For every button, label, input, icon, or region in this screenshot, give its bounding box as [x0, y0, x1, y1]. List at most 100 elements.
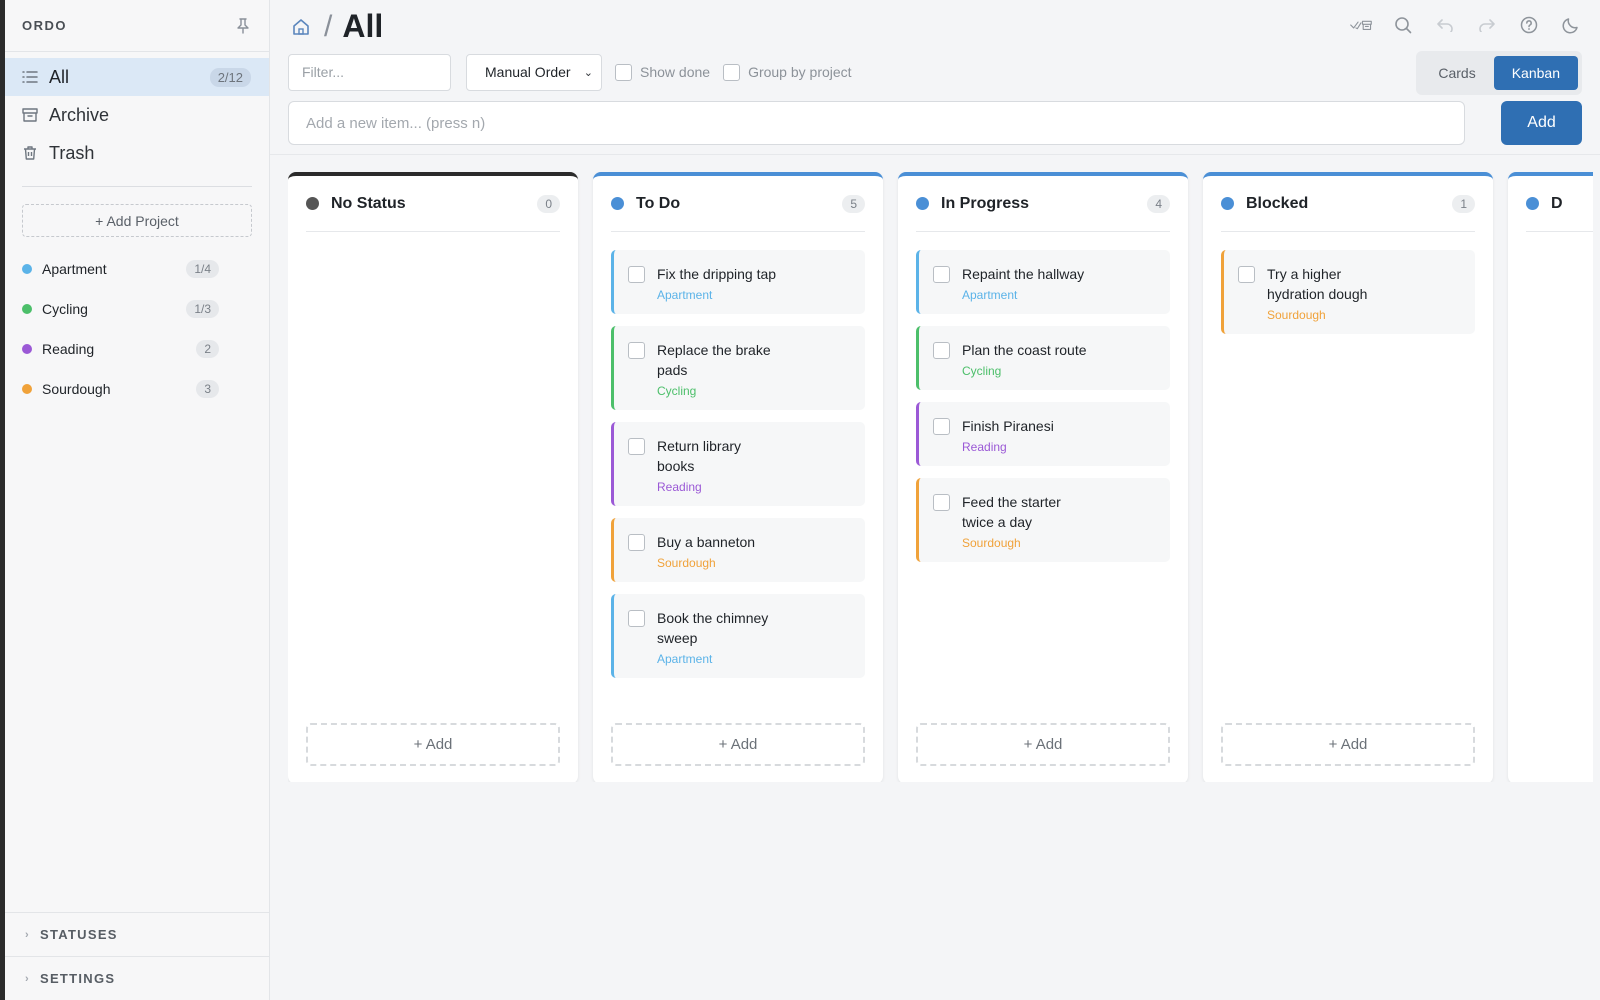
app-window: ORDO All 2/12 Archive Trash + Add Projec… — [0, 0, 1600, 1000]
checkbox-box[interactable] — [615, 63, 632, 81]
search-icon[interactable] — [1392, 14, 1414, 36]
view-toggle: Cards Kanban — [1416, 51, 1582, 95]
sidebar-project-apartment[interactable]: Apartment 1/4 — [5, 249, 269, 289]
list-icon — [22, 68, 40, 86]
task-checkbox[interactable] — [933, 418, 950, 435]
task-card[interactable]: Return library books Reading — [611, 422, 865, 506]
task-title: Fix the dripping tap — [657, 266, 777, 282]
task-project-label: Sourdough — [657, 556, 716, 570]
task-checkbox[interactable] — [628, 610, 645, 627]
project-label: Sourdough — [42, 381, 111, 397]
kanban-column: In Progress 4 Repaint the hallway Apartment… — [898, 172, 1188, 782]
brand-logo: ORDO — [22, 18, 67, 33]
task-card[interactable]: Fix the dripping tap Apartment — [611, 250, 865, 314]
sidebar-project-cycling[interactable]: Cycling 1/3 — [5, 289, 269, 329]
column-count-badge: 0 — [537, 194, 560, 213]
card-body: Try a higher hydration dough Sourdough — [1267, 264, 1392, 322]
task-card[interactable]: Repaint the hallway Apartment — [916, 250, 1170, 314]
chevron-right-icon: › — [25, 972, 30, 985]
group-by-project-checkbox[interactable]: Group by project — [723, 63, 852, 81]
column-header: To Do 5 — [611, 176, 865, 232]
project-label: Cycling — [42, 301, 88, 317]
bulk-archive-icon[interactable] — [1350, 14, 1372, 36]
sidebar-header: ORDO — [5, 0, 269, 52]
task-title: Plan the coast route — [962, 342, 1087, 358]
add-project-button[interactable]: + Add Project — [22, 204, 252, 237]
task-title: Repaint the hallway — [962, 266, 1085, 282]
kanban-board: No Status 0 + Add To Do 5 Fix the dripping ta… — [288, 172, 1593, 782]
add-item-button[interactable]: Add — [1501, 101, 1582, 145]
redo-icon[interactable] — [1476, 14, 1498, 36]
toolbar — [1350, 14, 1582, 36]
task-card[interactable]: Plan the coast route Cycling — [916, 326, 1170, 390]
view-cards-button[interactable]: Cards — [1420, 56, 1493, 90]
undo-icon[interactable] — [1434, 14, 1456, 36]
task-checkbox[interactable] — [628, 438, 645, 455]
sidebar-project-reading[interactable]: Reading 2 — [5, 329, 269, 369]
column-add-button[interactable]: + Add — [611, 723, 865, 766]
breadcrumb: / All — [292, 8, 383, 45]
task-checkbox[interactable] — [628, 342, 645, 359]
task-project-label: Cycling — [962, 364, 1002, 378]
task-card[interactable]: Finish Piranesi Reading — [916, 402, 1170, 466]
card-body: Plan the coast route Cycling — [962, 340, 1087, 378]
settings-section-toggle[interactable]: › SETTINGS — [5, 956, 269, 1000]
sidebar-item-trash[interactable]: Trash — [5, 134, 269, 172]
task-card[interactable]: Book the chimney sweep Apartment — [611, 594, 865, 678]
checkbox-box[interactable] — [723, 63, 741, 81]
home-icon[interactable] — [292, 17, 312, 37]
card-body: Feed the starter twice a day Sourdough — [962, 492, 1087, 550]
task-card[interactable]: Feed the starter twice a day Sourdough — [916, 478, 1170, 562]
task-project-label: Sourdough — [962, 536, 1021, 550]
kanban-column: D — [1508, 172, 1593, 782]
card-list: Try a higher hydration dough Sourdough — [1221, 250, 1475, 334]
sidebar-divider — [22, 186, 252, 187]
task-checkbox[interactable] — [628, 266, 645, 283]
count-badge: 2/12 — [209, 67, 251, 87]
project-label: Apartment — [42, 261, 107, 277]
column-add-button[interactable]: + Add — [306, 723, 560, 766]
task-checkbox[interactable] — [933, 342, 950, 359]
help-icon[interactable] — [1518, 14, 1540, 36]
sidebar-item-all[interactable]: All 2/12 — [5, 58, 269, 96]
filter-input[interactable] — [288, 53, 451, 91]
count-badge: 1/4 — [186, 260, 219, 278]
new-item-input[interactable] — [288, 101, 1465, 145]
task-checkbox[interactable] — [1238, 266, 1255, 283]
kanban-column: No Status 0 + Add — [288, 172, 578, 782]
show-done-checkbox[interactable]: Show done — [615, 63, 710, 81]
kanban-column: Blocked 1 Try a higher hydration dough Sour… — [1203, 172, 1493, 782]
column-add-button[interactable]: + Add — [916, 723, 1170, 766]
task-checkbox[interactable] — [933, 266, 950, 283]
column-count-badge: 5 — [842, 194, 865, 213]
trash-icon — [22, 144, 40, 162]
column-header: No Status 0 — [306, 176, 560, 232]
sidebar-project-sourdough[interactable]: Sourdough 3 — [5, 369, 269, 409]
pin-icon[interactable] — [235, 17, 251, 34]
status-dot — [306, 197, 319, 210]
status-dot — [611, 197, 624, 210]
project-color-dot — [22, 304, 32, 314]
view-kanban-button[interactable]: Kanban — [1493, 56, 1578, 90]
statuses-section-toggle[interactable]: › STATUSES — [5, 912, 269, 956]
top-bar: / All Filter... Manual Order ⌄ Show done… — [270, 0, 1600, 155]
main-area: / All Filter... Manual Order ⌄ Show done… — [270, 0, 1600, 1000]
task-checkbox[interactable] — [933, 494, 950, 511]
card-body: Return library books Reading — [657, 436, 782, 494]
column-add-button[interactable]: + Add — [1221, 723, 1475, 766]
sidebar-item-label: All — [49, 66, 70, 87]
column-title: In Progress — [941, 194, 1030, 212]
task-project-label: Reading — [657, 480, 702, 494]
task-card[interactable]: Buy a banneton Sourdough — [611, 518, 865, 582]
sort-select[interactable]: Manual Order ⌄ — [466, 53, 602, 91]
dark-mode-icon[interactable] — [1560, 14, 1582, 36]
task-card[interactable]: Replace the brake pads Cycling — [611, 326, 865, 410]
task-card[interactable]: Try a higher hydration dough Sourdough — [1221, 250, 1475, 334]
task-project-label: Apartment — [657, 288, 713, 302]
section-label: SETTINGS — [39, 971, 116, 986]
sidebar-item-archive[interactable]: Archive — [5, 96, 269, 134]
sidebar-item-label: Trash — [49, 142, 95, 163]
kanban-column: To Do 5 Fix the dripping tap Apartment Repla… — [593, 172, 883, 782]
status-dot — [1221, 197, 1234, 210]
task-checkbox[interactable] — [628, 534, 645, 551]
